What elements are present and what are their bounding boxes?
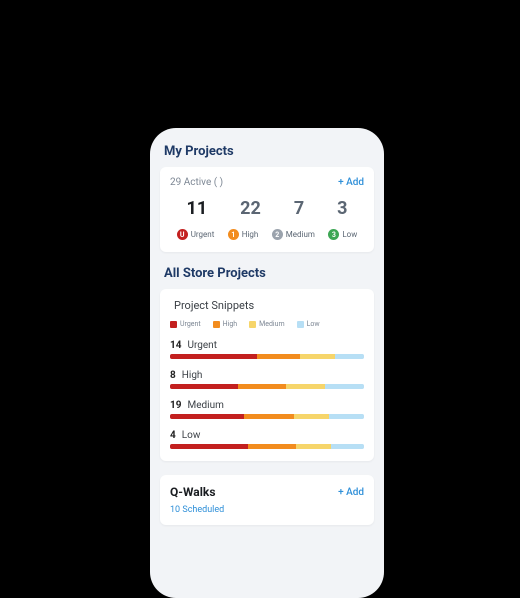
count-low[interactable]: 3 xyxy=(337,198,347,219)
legend-medium: Medium xyxy=(249,320,284,328)
swatch-high-icon xyxy=(213,321,220,328)
legend: Urgent High Medium Low xyxy=(170,320,364,328)
bar-high-label: 8 High xyxy=(170,370,364,381)
bar-medium-count: 19 xyxy=(170,400,181,411)
label-urgent: U Urgent xyxy=(177,229,215,240)
bar-urgent-count: 14 xyxy=(170,340,181,351)
bar-low-count: 4 xyxy=(170,430,176,441)
bar-low-row: 4 Low xyxy=(170,430,364,449)
label-medium-text: Medium xyxy=(286,230,315,239)
legend-medium-text: Medium xyxy=(259,320,284,328)
bar-urgent-row: 14 Urgent xyxy=(170,340,364,359)
legend-low: Low xyxy=(297,320,320,328)
bar-medium[interactable] xyxy=(170,414,364,419)
seg-med xyxy=(294,414,329,419)
label-high: 1 High xyxy=(228,229,259,240)
qwalks-scheduled[interactable]: 10 Scheduled xyxy=(170,505,364,515)
seg-med xyxy=(296,444,331,449)
seg-med xyxy=(300,354,335,359)
labels-row: U Urgent 1 High 2 Medium 3 Low xyxy=(170,229,364,240)
seg-urgent xyxy=(170,414,244,419)
qwalks-title: Q-Walks xyxy=(170,485,215,499)
seg-high xyxy=(238,384,287,389)
my-projects-title: My Projects xyxy=(160,144,374,167)
my-projects-card: 29 Active ( ) + Add 11 22 7 3 U Urgent 1… xyxy=(160,167,374,252)
bar-low[interactable] xyxy=(170,444,364,449)
bar-high-text: High xyxy=(182,370,203,381)
seg-high xyxy=(257,354,300,359)
count-urgent[interactable]: 11 xyxy=(187,198,208,219)
bar-high-count: 8 xyxy=(170,370,176,381)
seg-low xyxy=(325,384,364,389)
app-screen: My Projects 29 Active ( ) + Add 11 22 7 … xyxy=(150,128,384,598)
count-high[interactable]: 22 xyxy=(240,198,261,219)
swatch-medium-icon xyxy=(249,321,256,328)
urgent-badge-icon: U xyxy=(177,229,188,240)
swatch-low-icon xyxy=(297,321,304,328)
label-medium: 2 Medium xyxy=(272,229,315,240)
label-high-text: High xyxy=(242,230,259,239)
bar-low-text: Low xyxy=(182,430,201,441)
active-count: 29 Active ( ) xyxy=(170,177,223,188)
all-store-title: All Store Projects xyxy=(160,266,374,289)
bar-medium-text: Medium xyxy=(187,400,223,411)
bar-low-label: 4 Low xyxy=(170,430,364,441)
bar-medium-label: 19 Medium xyxy=(170,400,364,411)
bar-urgent-text: Urgent xyxy=(187,340,217,351)
bar-medium-row: 19 Medium xyxy=(170,400,364,419)
bar-urgent[interactable] xyxy=(170,354,364,359)
snippets-card: Project Snippets Urgent High Medium Low … xyxy=(160,289,374,461)
label-low-text: Low xyxy=(342,230,357,239)
seg-low xyxy=(335,354,364,359)
qwalks-header: Q-Walks + Add xyxy=(170,485,364,499)
legend-low-text: Low xyxy=(307,320,320,328)
swatch-urgent-icon xyxy=(170,321,177,328)
legend-urgent: Urgent xyxy=(170,320,201,328)
high-badge-icon: 1 xyxy=(228,229,239,240)
legend-high: High xyxy=(213,320,237,328)
counts-row: 11 22 7 3 xyxy=(170,198,364,219)
seg-low xyxy=(331,444,364,449)
label-low: 3 Low xyxy=(328,229,357,240)
bar-high[interactable] xyxy=(170,384,364,389)
medium-badge-icon: 2 xyxy=(272,229,283,240)
snippets-label: Project Snippets xyxy=(170,299,364,320)
seg-low xyxy=(329,414,364,419)
count-medium[interactable]: 7 xyxy=(294,198,304,219)
qwalks-card: Q-Walks + Add 10 Scheduled xyxy=(160,475,374,525)
seg-urgent xyxy=(170,384,238,389)
seg-med xyxy=(286,384,325,389)
low-badge-icon: 3 xyxy=(328,229,339,240)
label-urgent-text: Urgent xyxy=(191,230,215,239)
add-project-button[interactable]: + Add xyxy=(338,177,364,188)
legend-urgent-text: Urgent xyxy=(180,320,201,328)
seg-urgent xyxy=(170,444,248,449)
legend-high-text: High xyxy=(223,320,237,328)
bar-urgent-label: 14 Urgent xyxy=(170,340,364,351)
my-projects-header: 29 Active ( ) + Add xyxy=(170,177,364,188)
add-qwalk-button[interactable]: + Add xyxy=(338,487,364,498)
seg-high xyxy=(248,444,297,449)
seg-high xyxy=(244,414,294,419)
bar-high-row: 8 High xyxy=(170,370,364,389)
seg-urgent xyxy=(170,354,257,359)
